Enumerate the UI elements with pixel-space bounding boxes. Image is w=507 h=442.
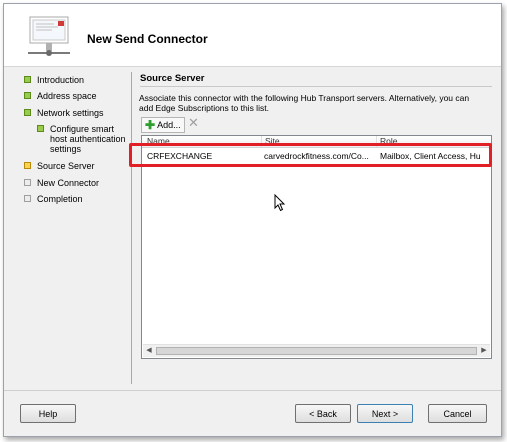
section-title: Source Server xyxy=(140,73,205,84)
section-description: Associate this connector with the follow… xyxy=(139,93,470,113)
nav-item-source-server[interactable]: Source Server xyxy=(24,161,95,171)
nav-divider xyxy=(131,72,132,384)
nav-item-introduction[interactable]: Introduction xyxy=(24,75,84,85)
step-complete-icon xyxy=(24,92,31,99)
nav-item-new-connector[interactable]: New Connector xyxy=(24,178,99,188)
nav-item-label: New Connector xyxy=(37,178,100,188)
nav-item-label: Source Server xyxy=(37,161,95,171)
nav-item-completion[interactable]: Completion xyxy=(24,194,83,204)
step-complete-icon xyxy=(24,109,31,116)
nav-item-label: Address space xyxy=(37,91,97,101)
nav-item-label: Configure smart host authentication sett… xyxy=(50,124,126,154)
nav-item-network-settings[interactable]: Network settings xyxy=(24,108,104,118)
step-current-icon xyxy=(24,162,31,169)
help-button[interactable]: Help xyxy=(20,404,76,423)
nav-item-label: Introduction xyxy=(37,75,85,85)
footer-divider xyxy=(4,390,501,391)
scroll-thumb[interactable] xyxy=(156,347,477,355)
nav-item-label: Completion xyxy=(37,194,83,204)
source-server-list[interactable]: Name Site Role CRFEXCHANGE carvedrockfit… xyxy=(141,135,492,359)
nav-item-smart-host-auth[interactable]: Configure smart host authentication sett… xyxy=(37,124,128,154)
wizard-header: New Send Connector xyxy=(4,4,501,66)
wizard-title: New Send Connector xyxy=(87,32,208,46)
step-complete-icon xyxy=(24,76,31,83)
mouse-cursor-icon xyxy=(274,194,286,212)
back-button[interactable]: < Back xyxy=(295,404,351,423)
horizontal-scrollbar[interactable]: ◀ ▶ xyxy=(143,344,490,357)
step-pending-icon xyxy=(24,179,31,186)
send-connector-icon xyxy=(28,16,70,56)
next-button[interactable]: Next > xyxy=(357,404,413,423)
wizard-window: New Send Connector Introduction Address … xyxy=(3,3,502,437)
highlight-box xyxy=(129,143,492,167)
nav-item-label: Network settings xyxy=(37,108,104,118)
scroll-right-icon[interactable]: ▶ xyxy=(478,345,490,357)
step-complete-icon xyxy=(37,125,44,132)
scroll-left-icon[interactable]: ◀ xyxy=(143,345,155,357)
cancel-button[interactable]: Cancel xyxy=(428,404,487,423)
add-button[interactable]: ✚ Add... xyxy=(141,117,185,133)
nav-item-address-space[interactable]: Address space xyxy=(24,91,97,101)
close-icon[interactable]: ✕ xyxy=(188,116,199,130)
header-divider xyxy=(4,66,501,67)
section-rule xyxy=(140,86,492,87)
add-button-label: Add... xyxy=(157,120,181,130)
step-pending-icon xyxy=(24,195,31,202)
plus-icon: ✚ xyxy=(145,118,156,132)
